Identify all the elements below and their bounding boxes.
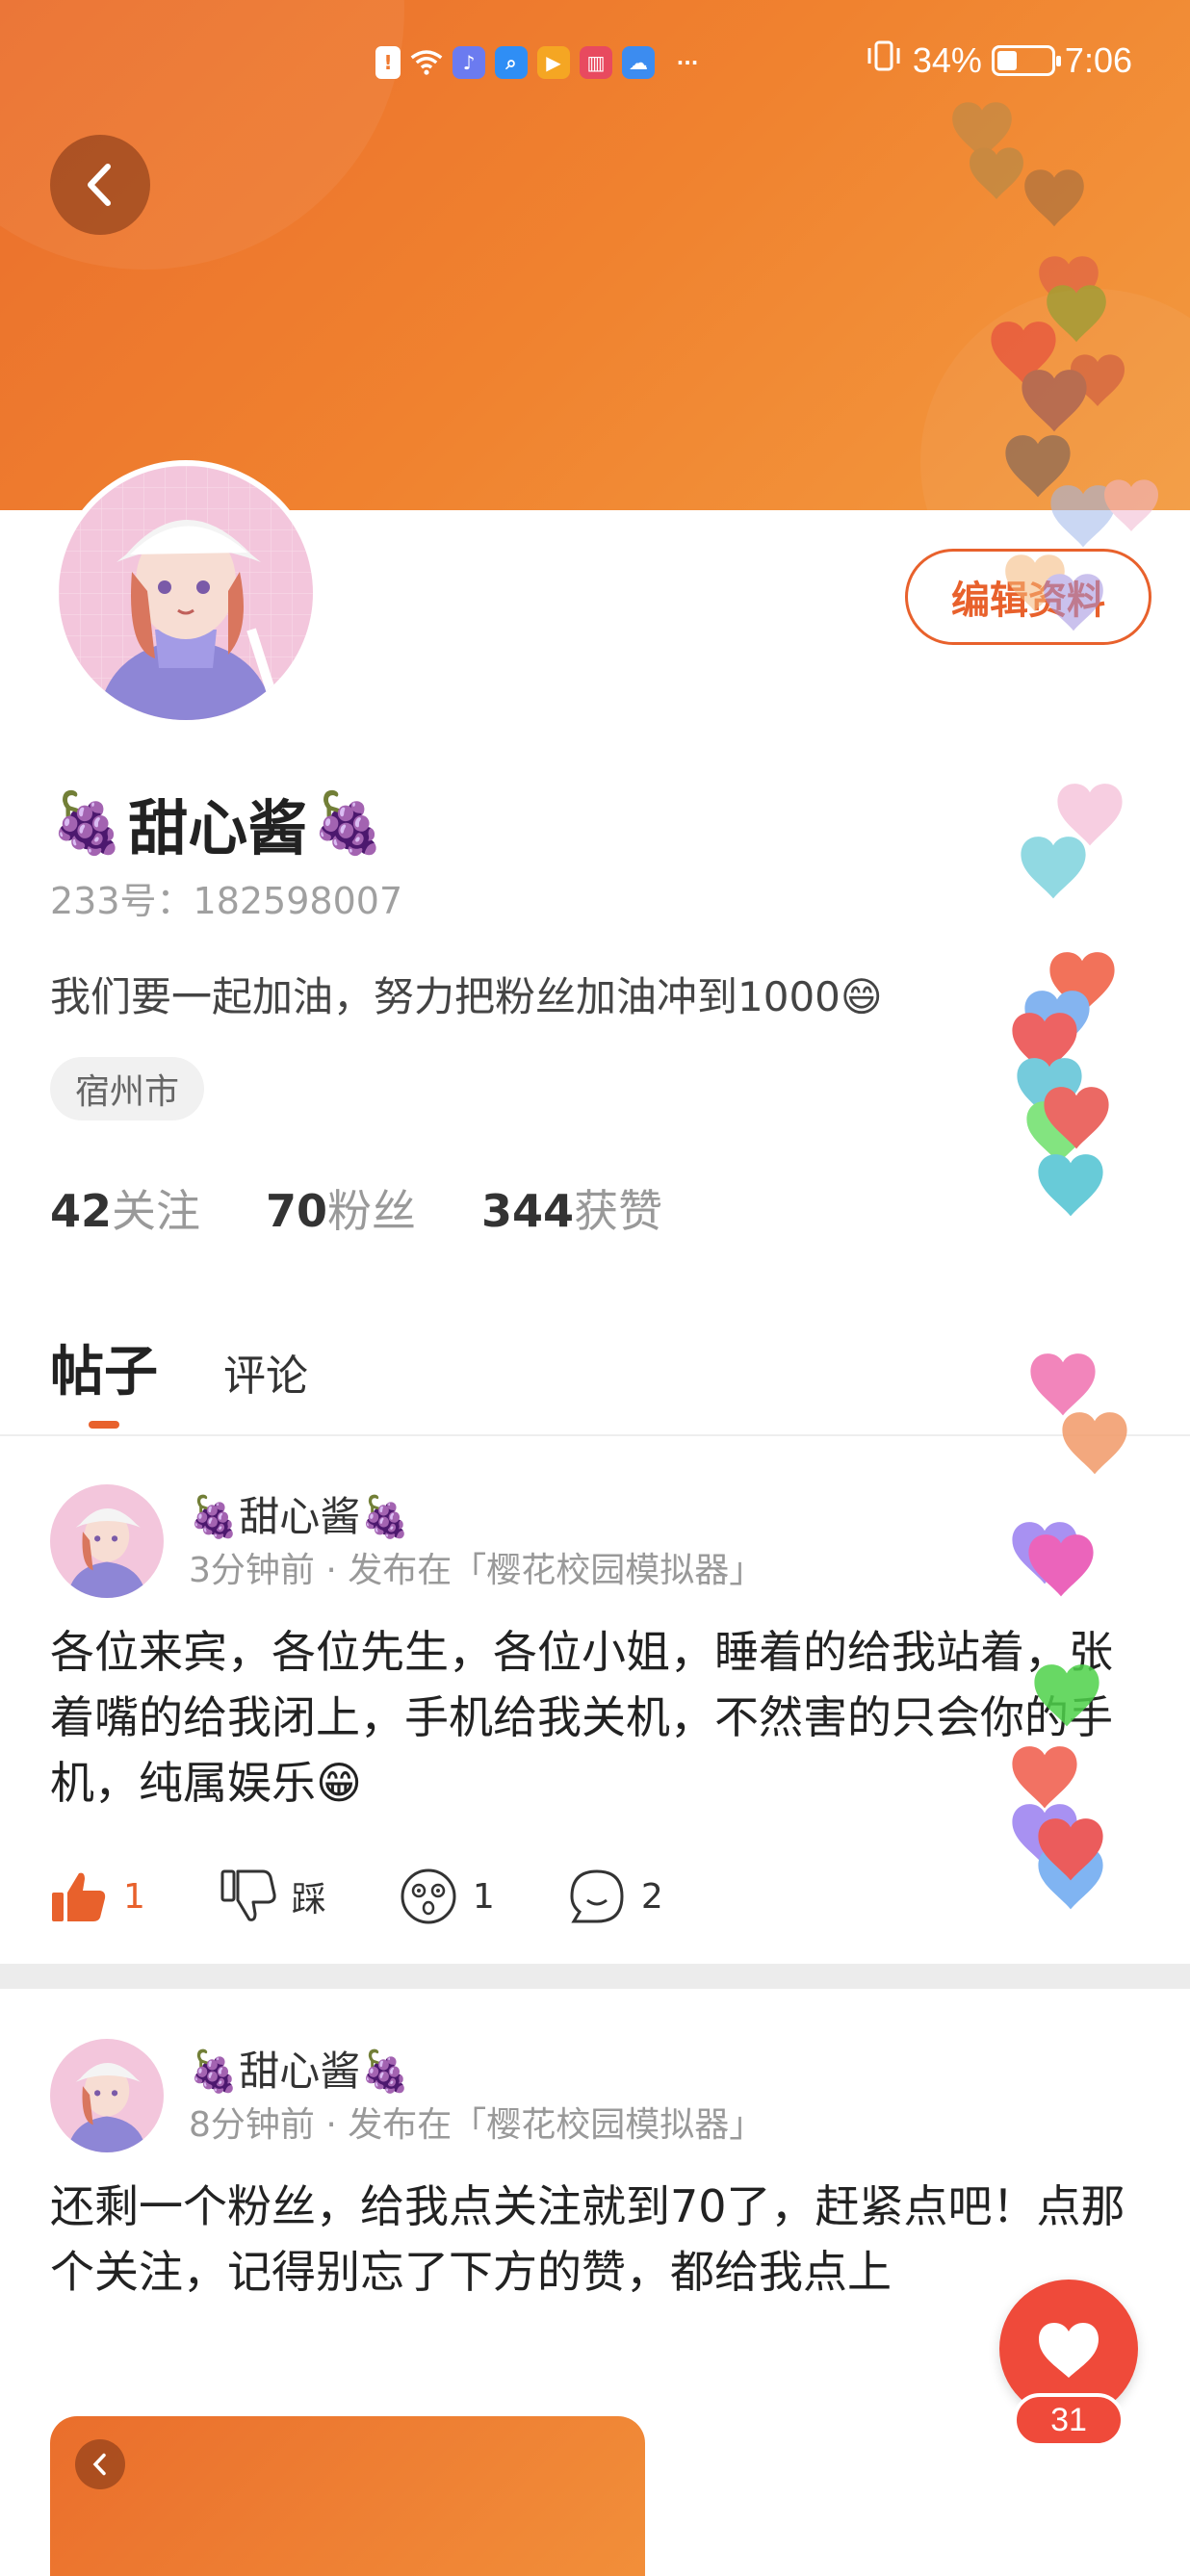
like-button[interactable]: 1 [50,1869,145,1923]
clock: 7:06 [1064,39,1132,80]
thumbs-up-icon [52,1872,106,1921]
alert-icon: ! [375,46,401,79]
vibrate-icon [865,39,903,82]
reaction-button[interactable]: 1 [400,1868,495,1925]
cloud-app-icon: ☁ [622,46,655,79]
avatar[interactable] [50,2039,164,2152]
more-icon: ··· [676,51,699,74]
post-meta: 3分钟前 · 发布在「樱花校园模拟器」 [189,1551,764,1590]
profile-avatar[interactable] [53,460,319,726]
music-icon: ♪ [453,46,485,79]
profile-name: 🍇 甜心酱 🍇 [50,780,385,866]
grape-emoji: 🍇 [311,787,386,858]
avatar[interactable] [50,1484,164,1598]
thumbs-down-icon [220,1869,276,1921]
chevron-left-icon [75,2439,125,2489]
banner-decoration [920,289,1190,510]
post-body[interactable]: 各位来宾，各位先生，各位小姐，睡着的给我站着，张着嘴的给我闭上，手机给我关机，不… [50,1619,1128,1816]
edit-profile-button[interactable]: 编辑资料 [905,549,1151,645]
likes-stat[interactable]: 344获赞 [481,1176,662,1240]
bio: 我们要一起加油，努力把粉丝加油冲到1000😄 [50,973,883,1020]
book-app-icon: ▥ [580,46,612,79]
battery-icon [991,44,1061,76]
post-body[interactable]: 还剩一个粉丝，给我点关注就到70了，赶紧点吧！点那个关注，记得别忘了下方的赞，都… [50,2174,1128,2305]
location-tag: 宿州市 [50,1057,205,1121]
heart-icon [1039,2322,1099,2378]
tab-posts[interactable]: 帖子 [50,1328,158,1429]
followers-stat[interactable]: 70粉丝 [266,1176,416,1240]
avatar [59,466,313,720]
dislike-button[interactable]: 踩 [219,1869,326,1923]
post-author[interactable]: 🍇甜心酱🍇 [189,2039,411,2098]
post-author[interactable]: 🍇甜心酱🍇 [189,1484,411,1543]
post-meta: 8分钟前 · 发布在「樱花校园模拟器」 [189,2105,764,2145]
wifi-icon [410,46,443,79]
notification-icons: ! ♪ ⌕ ▶ ▥ ☁ ··· [375,46,711,79]
divider [0,1434,1190,1436]
dizzy-face-icon [401,1868,456,1924]
back-button[interactable] [50,135,150,235]
battery-percent: 34% [912,39,982,80]
status-bar: ! ♪ ⌕ ▶ ▥ ☁ ··· 34% 7:06 [0,39,1190,96]
profile-tabs: 帖子 评论 [50,1328,308,1429]
user-id: 233号：182598007 [50,880,403,922]
tab-comments[interactable]: 评论 [223,1341,308,1403]
comment-icon [570,1869,624,1923]
profile-name-text: 甜心酱 [128,793,308,863]
profile-stats: 42关注 70粉丝 344获赞 [50,1176,662,1240]
post-image[interactable] [50,2416,645,2576]
search-app-icon: ⌕ [495,46,528,79]
like-count-badge: 31 [1013,2393,1125,2447]
post-actions: 1 踩 1 2 [50,1868,737,1925]
section-divider [0,1964,1190,1989]
play-app-icon: ▶ [537,46,570,79]
chevron-left-icon [88,164,111,206]
status-right: 34% 7:06 [865,39,1132,82]
following-stat[interactable]: 42关注 [50,1176,200,1240]
comment-button[interactable]: 2 [568,1868,663,1925]
tab-indicator [89,1421,119,1429]
grape-emoji: 🍇 [50,787,125,858]
